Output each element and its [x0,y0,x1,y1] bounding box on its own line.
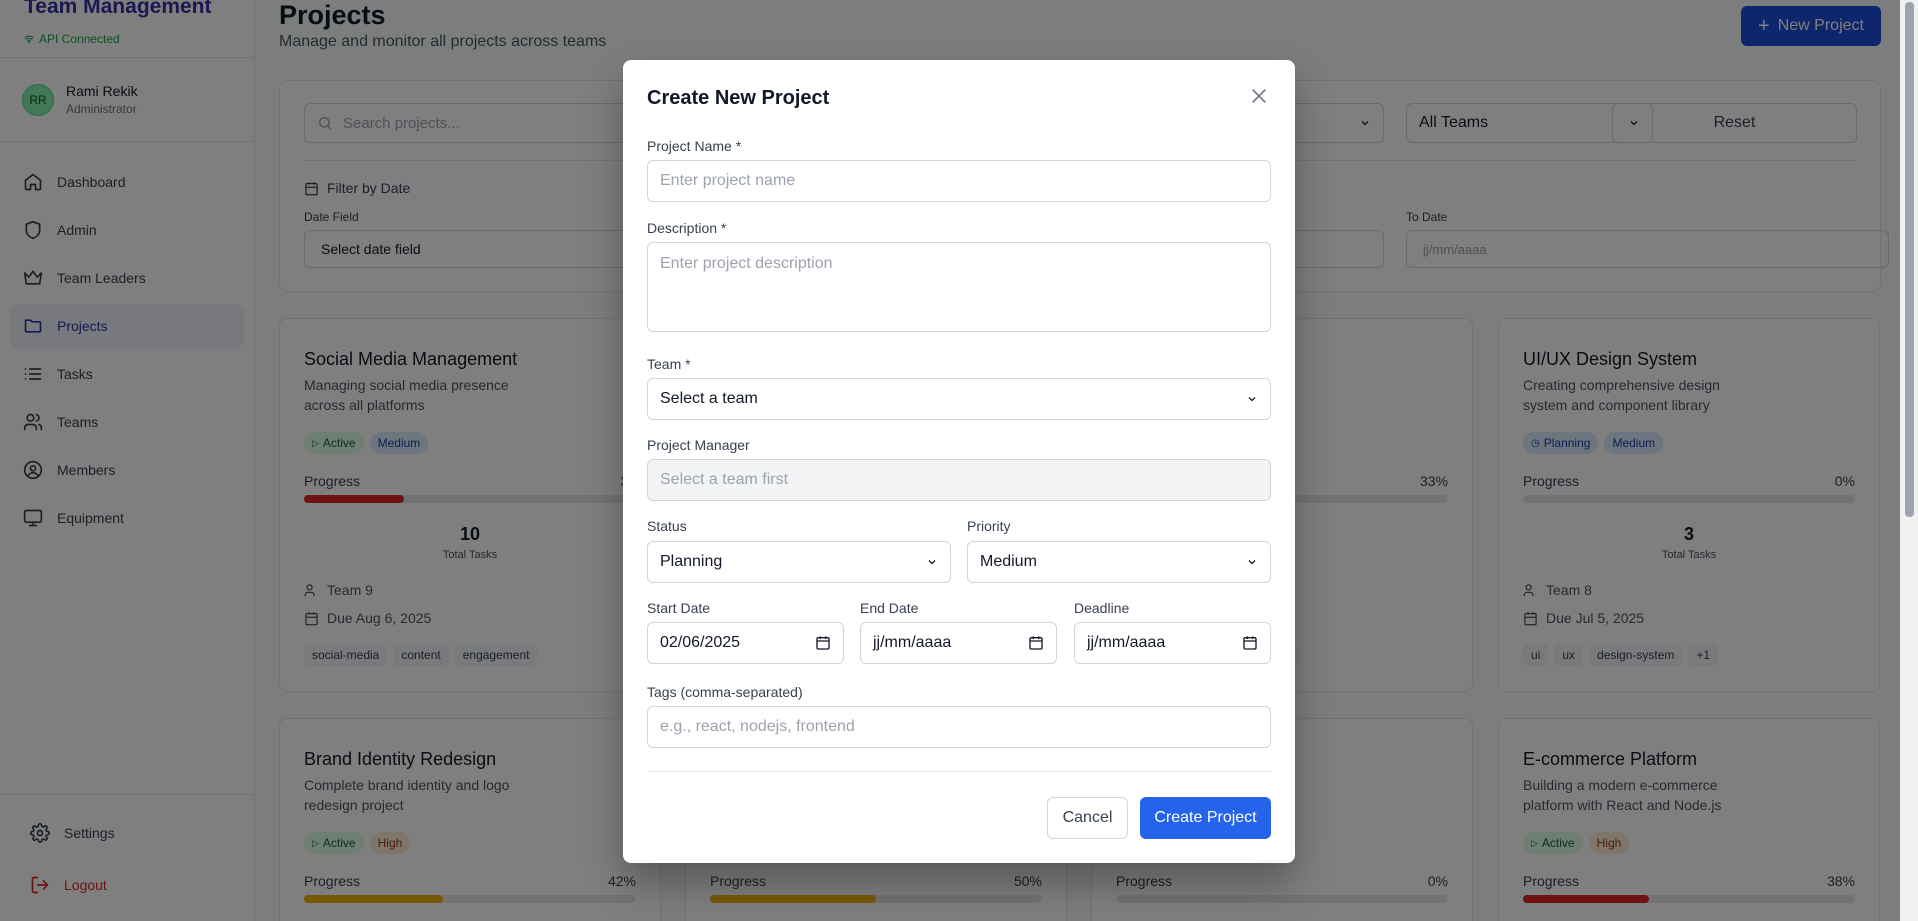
scrollbar[interactable] [1900,0,1918,921]
status-select-value: Planning [660,553,723,570]
project-manager-select: Select a team first [647,459,1271,501]
project-manager-label: Project Manager [647,437,750,453]
start-date-label: Start Date [647,600,711,616]
start-date-input[interactable]: 02/06/2025 [647,622,844,664]
description-placeholder: Enter project description [660,255,833,272]
chevron-down-icon [1248,560,1256,565]
create-project-button[interactable]: Create Project [1140,797,1271,839]
tags-label: Tags (comma-separated) [647,684,803,700]
end-date-value: jj/mm/aaaa [873,634,952,651]
status-label: Status [647,518,687,534]
project-name-input[interactable]: Enter project name [647,160,1271,202]
project-name-label: Project Name * [647,138,742,154]
end-date-input[interactable]: jj/mm/aaaa [860,622,1057,664]
scrollbar-thumb[interactable] [1905,2,1914,517]
team-label: Team * [647,356,691,372]
priority-label: Priority [967,518,1011,534]
calendar-icon[interactable] [1028,635,1044,651]
deadline-input[interactable]: jj/mm/aaaa [1074,622,1271,664]
dialog-divider [647,771,1271,772]
create-project-dialog: Create New Project Project Name * Enter … [623,60,1295,863]
calendar-icon[interactable] [1242,635,1258,651]
priority-select[interactable]: Medium [967,541,1271,583]
chevron-down-icon [1248,397,1256,402]
project-name-placeholder: Enter project name [660,172,796,189]
team-select[interactable]: Select a team [647,378,1271,420]
close-icon[interactable] [1249,86,1269,106]
chevron-down-icon [928,560,936,565]
description-textarea[interactable]: Enter project description [647,242,1271,332]
dialog-title: Create New Project [647,87,830,109]
end-date-label: End Date [860,600,919,616]
start-date-value: 02/06/2025 [660,634,741,651]
project-manager-placeholder: Select a team first [660,471,789,488]
deadline-label: Deadline [1074,600,1130,616]
calendar-icon[interactable] [815,635,831,651]
tags-placeholder: e.g., react, nodejs, frontend [660,718,855,735]
priority-select-value: Medium [980,553,1037,570]
description-label: Description * [647,220,727,236]
status-select[interactable]: Planning [647,541,951,583]
cancel-button[interactable]: Cancel [1047,797,1128,839]
tags-input[interactable]: e.g., react, nodejs, frontend [647,706,1271,748]
deadline-value: jj/mm/aaaa [1087,634,1166,651]
team-select-value: Select a team [660,390,758,407]
